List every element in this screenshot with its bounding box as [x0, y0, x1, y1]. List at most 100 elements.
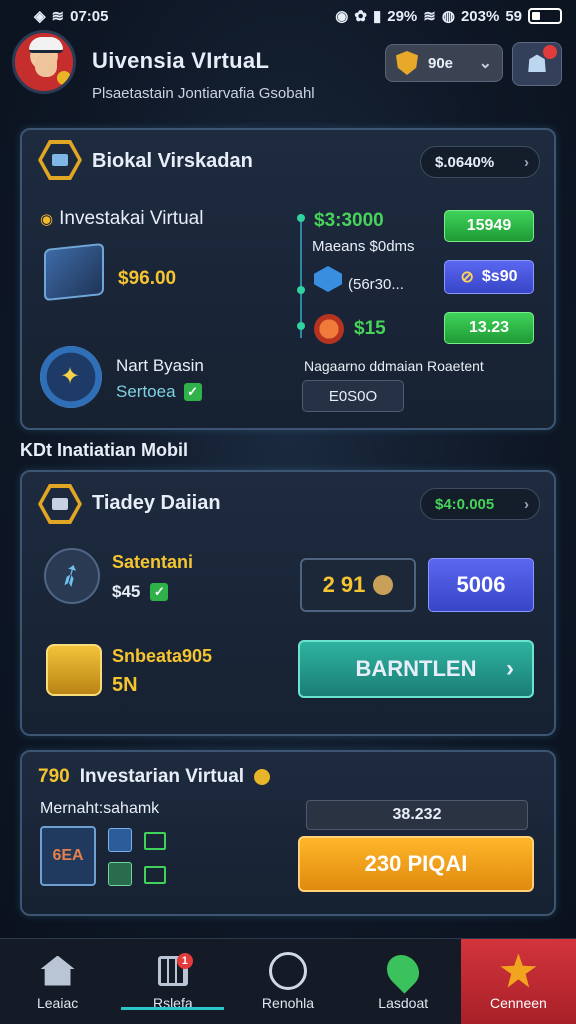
coin-amount: 90e: [428, 54, 454, 72]
item2-label: Snbeata905: [112, 646, 213, 666]
coin-icon: [254, 769, 271, 785]
item2-value: 5N: [112, 674, 138, 696]
row1-button[interactable]: 15949: [444, 210, 534, 242]
avatar[interactable]: [12, 30, 76, 94]
row3-value: (56r30...: [348, 276, 404, 293]
status-bar: ◈ ≋ 07:05 ◉ ✿ ▮ 29% ≋ ◍ 203% 59: [0, 0, 576, 32]
chart-icon: [269, 951, 307, 990]
item1-value-row: $45 ✓: [112, 582, 169, 602]
link-icon: ⊘: [460, 269, 474, 286]
timeline-dot: [297, 322, 305, 330]
compass-icon: ✦: [40, 346, 102, 408]
item1-value: $45: [112, 582, 141, 601]
row3-button[interactable]: ⊘ $s90: [444, 260, 534, 294]
cash-icon: [144, 832, 166, 850]
compass-label: Nart Byasin: [116, 356, 204, 375]
shield-coin-icon: [396, 51, 418, 75]
card1-title: Biokal Virskadan: [92, 150, 253, 172]
orange-cta-button[interactable]: 230 PIQAI: [298, 836, 534, 892]
cash-icon: [144, 866, 166, 884]
alarm-icon: ◉: [335, 8, 349, 25]
calendar-icon: 1: [157, 952, 193, 986]
row4-button[interactable]: 13.23: [444, 312, 534, 344]
item1-label: Satentani: [112, 552, 194, 572]
chevron-right-icon: ›: [524, 495, 529, 513]
rank-badge-icon: [57, 71, 71, 85]
blue-action-button[interactable]: 5006: [428, 558, 534, 612]
card1-balance-pill[interactable]: $.0640% ›: [420, 146, 540, 178]
nav-label: Leaiac: [36, 994, 79, 1011]
card3-title: Investarian Virtual: [79, 766, 245, 787]
row2-value: Maeans $0dms: [312, 238, 415, 255]
nav-label: Renohla: [261, 994, 315, 1011]
home-icon: [40, 955, 75, 986]
row4-value: $15: [354, 318, 386, 339]
chevron-down-icon: ⌄: [478, 55, 492, 72]
row1-value: $3:3000: [314, 210, 384, 231]
status-battery-b: 203%: [460, 7, 500, 25]
compass-status-row: Sertoea ✓: [116, 382, 202, 402]
tile-graphic: 6EA: [40, 826, 96, 886]
card1-balance-value: $.0640%: [435, 153, 495, 171]
active-underline: [121, 1007, 225, 1010]
face-graphic: [35, 53, 57, 77]
section-label: KDt Inatiatian Mobil: [20, 440, 188, 460]
chevron-right-icon: ›: [524, 153, 529, 171]
tablet-chart-icon: [44, 242, 104, 302]
notification-button[interactable]: ☗: [512, 42, 562, 86]
timeline-dot: [297, 214, 305, 222]
counter-display[interactable]: 2 91: [300, 558, 416, 612]
card2-title: Tiadey Daiian: [92, 492, 221, 514]
battery-icon: [528, 8, 562, 24]
app-subtitle: Plsaetastain Jontiarvafia Gsobahl: [92, 85, 315, 102]
status-battery-a: 29%: [387, 7, 418, 25]
box-icon: [108, 862, 132, 886]
signal-icon: ▮: [372, 8, 382, 25]
flame-coin-icon: [314, 314, 344, 344]
primary-cta-button[interactable]: BARNTLEN ›: [298, 640, 534, 698]
coin-balance-selector[interactable]: 90e ⌄: [385, 44, 503, 82]
compass-status: Sertoea: [116, 382, 176, 401]
nav-item-location[interactable]: Lasdoat: [346, 939, 461, 1024]
app-title: Uivensia VIrtuaL: [92, 48, 270, 73]
chevron-right-icon: ›: [506, 655, 514, 682]
nav-item-star[interactable]: Cenneen: [460, 939, 576, 1024]
bottom-nav: Leaiac 1 Rslefa Renohla Lasdoat Cenneen: [0, 938, 576, 1024]
cookie-icon: [373, 575, 394, 595]
rocket-icon: ➶: [44, 548, 100, 604]
shield-status-icon: ◈: [34, 8, 46, 25]
tool-icon: [108, 828, 132, 852]
investment-label: Investakai Virtual: [59, 208, 204, 229]
card1-footer-text: Nagaarno ddmaian Roaetent: [304, 358, 484, 374]
nav-label: Cenneen: [490, 994, 547, 1011]
cap-graphic: [29, 37, 63, 53]
primary-cta-label: BARNTLEN: [355, 656, 477, 681]
gold-bars-icon: [46, 644, 102, 696]
investment-amount: $96.00: [118, 268, 177, 289]
nav-item-calendar[interactable]: 1 Rslefa: [115, 939, 230, 1024]
wifi-icon: ≋: [51, 8, 65, 25]
card1-footer-button[interactable]: E0S0O: [302, 380, 404, 412]
nav-label: Lasdoat: [378, 994, 429, 1011]
timeline-line: [300, 214, 302, 338]
card3-title-prefix: 790: [38, 766, 70, 787]
investment-label-row: ◉ Investakai Virtual: [40, 208, 203, 230]
nav-badge: 1: [176, 952, 193, 969]
nav-item-home[interactable]: Leaiac: [0, 939, 115, 1024]
card3-subtitle: Mernaht:sahamk: [40, 800, 160, 817]
card3-title-row: 790 Investarian Virtual: [38, 766, 271, 788]
star-icon: [500, 953, 537, 988]
nav-item-chart[interactable]: Renohla: [230, 939, 345, 1024]
row3-button-label: $s90: [481, 268, 518, 285]
network-icon: ≋: [423, 8, 436, 25]
check-icon: ✓: [183, 383, 202, 401]
status-extra: 59: [505, 7, 522, 25]
status-time: 07:05: [70, 7, 109, 25]
card3-value: 38.232: [306, 800, 528, 830]
counter-value: 2 91: [322, 572, 366, 597]
leaf-icon: ✿: [354, 8, 367, 25]
card2-balance-pill[interactable]: $4:0.005 ›: [420, 488, 540, 520]
data-icon: ◍: [441, 8, 455, 25]
coin-icon: ◉: [40, 211, 54, 228]
timeline-dot: [297, 286, 305, 294]
